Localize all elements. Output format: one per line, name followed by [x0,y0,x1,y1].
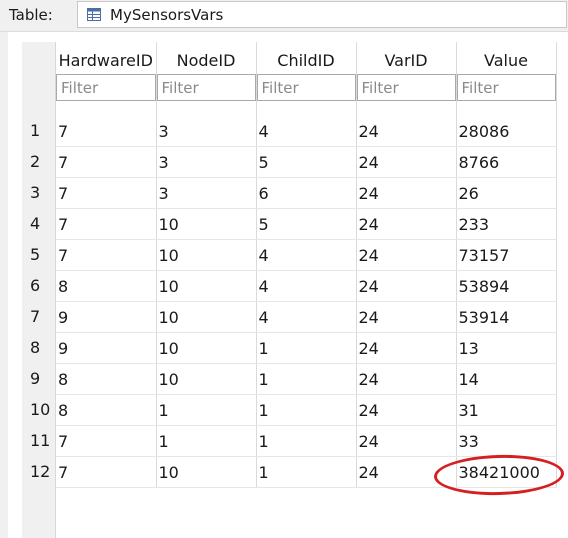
row-number[interactable]: 9 [30,369,54,388]
row-number[interactable]: 7 [30,307,54,326]
table-cell[interactable]: 6 [256,177,357,209]
table-cell[interactable]: 3 [156,116,257,147]
table-cell[interactable]: 9 [56,301,157,333]
table-cell[interactable]: 8766 [456,146,557,178]
table-cell[interactable]: 9 [56,332,157,364]
table-select[interactable]: MySensorsVars [77,1,567,28]
table-cell[interactable]: 10 [156,456,257,488]
table-cell[interactable]: 8 [56,363,157,395]
table-row[interactable]: 8 10 4 24 53894 [56,270,557,302]
table-cell[interactable]: 1 [156,425,257,457]
row-number[interactable]: 10 [30,400,54,419]
table-row[interactable]: 7 10 5 24 233 [56,208,557,240]
table-cell[interactable]: 73157 [456,239,557,271]
row-number[interactable]: 6 [30,276,54,295]
left-strip [0,32,8,538]
table-cell[interactable]: 13 [456,332,557,364]
table-cell[interactable]: 24 [356,239,457,271]
table-cell[interactable]: 5 [256,146,357,178]
table-cell[interactable]: 24 [356,425,457,457]
row-number[interactable]: 2 [30,152,54,171]
table-cell[interactable]: 24 [356,363,457,395]
table-cell[interactable]: 7 [56,116,157,147]
table-row[interactable]: 8 10 1 24 14 [56,363,557,395]
table-cell[interactable]: 7 [56,146,157,178]
table-cell[interactable]: 24 [356,270,457,302]
table-cell[interactable]: 10 [156,363,257,395]
row-number[interactable]: 1 [30,121,54,140]
table-cell[interactable]: 10 [156,208,257,240]
table-cell[interactable]: 10 [156,301,257,333]
table-row[interactable]: 7 3 5 24 8766 [56,146,557,178]
table-cell[interactable]: 28086 [456,116,557,147]
column-header-hardwareid[interactable]: HardwareID [56,42,157,72]
table-row[interactable]: 9 10 1 24 13 [56,332,557,364]
table-cell[interactable]: 4 [256,239,357,271]
table-cell[interactable]: 24 [356,116,457,147]
table-cell[interactable]: 1 [256,363,357,395]
table-row[interactable]: 8 1 1 24 31 [56,394,557,426]
table-cell[interactable]: 8 [56,394,157,426]
row-number[interactable]: 12 [30,462,54,481]
column-header-varid[interactable]: VarID [356,42,457,72]
table-cell[interactable]: 10 [156,270,257,302]
table-cell[interactable]: 31 [456,394,557,426]
table-row[interactable]: 7 3 6 24 26 [56,177,557,209]
table-cell[interactable]: 8 [56,270,157,302]
filter-input-nodeid[interactable] [156,74,256,101]
table-row[interactable]: 7 3 4 24 28086 [56,116,557,147]
table-cell[interactable]: 5 [256,208,357,240]
table-cell[interactable]: 1 [256,394,357,426]
table-cell[interactable]: 33 [456,425,557,457]
filter-input-varid[interactable] [356,74,456,101]
table-label: Table: [9,6,53,24]
table-row[interactable]: 9 10 4 24 53914 [56,301,557,333]
data-grid: HardwareID NodeID ChildID VarID Value 73… [56,42,557,488]
table-cell[interactable]: 10 [156,239,257,271]
table-cell[interactable]: 7 [56,208,157,240]
table-cell[interactable]: 3 [156,146,257,178]
table-cell[interactable]: 7 [56,425,157,457]
column-header-nodeid[interactable]: NodeID [156,42,257,72]
table-cell[interactable]: 24 [356,146,457,178]
table-cell[interactable]: 26 [456,177,557,209]
table-row[interactable]: 7 1 1 24 33 [56,425,557,457]
row-number[interactable]: 11 [30,431,54,450]
table-cell[interactable]: 1 [256,332,357,364]
table-cell[interactable]: 1 [156,394,257,426]
table-row[interactable]: 7 10 4 24 73157 [56,239,557,271]
filter-input-value[interactable] [456,74,556,101]
row-number[interactable]: 3 [30,183,54,202]
row-number[interactable]: 8 [30,338,54,357]
table-cell[interactable]: 24 [356,332,457,364]
table-cell[interactable]: 24 [356,177,457,209]
table-cell[interactable]: 24 [356,394,457,426]
table-cell[interactable]: 7 [56,177,157,209]
table-cell[interactable]: 233 [456,208,557,240]
row-number[interactable]: 4 [30,214,54,233]
column-header-childid[interactable]: ChildID [256,42,357,72]
table-icon [87,8,101,21]
table-cell[interactable]: 7 [56,239,157,271]
toolbar: Table: MySensorsVars [0,0,568,32]
table-cell[interactable]: 53914 [456,301,557,333]
filter-input-hardwareid[interactable] [56,74,156,101]
table-cell[interactable]: 7 [56,456,157,488]
table-cell[interactable]: 4 [256,301,357,333]
table-cell[interactable]: 1 [256,425,357,457]
filter-input-childid[interactable] [256,74,356,101]
table-cell[interactable]: 10 [156,332,257,364]
table-cell[interactable]: 53894 [456,270,557,302]
table-cell[interactable]: 24 [356,301,457,333]
table-cell[interactable]: 3 [156,177,257,209]
table-cell[interactable]: 4 [256,270,357,302]
table-cell[interactable]: 24 [356,208,457,240]
table-cell[interactable]: 4 [256,116,357,147]
table-cell[interactable]: 1 [256,456,357,488]
table-name: MySensorsVars [110,6,224,24]
row-number[interactable]: 5 [30,245,54,264]
table-cell[interactable]: 14 [456,363,557,395]
column-header-value[interactable]: Value [456,42,557,72]
